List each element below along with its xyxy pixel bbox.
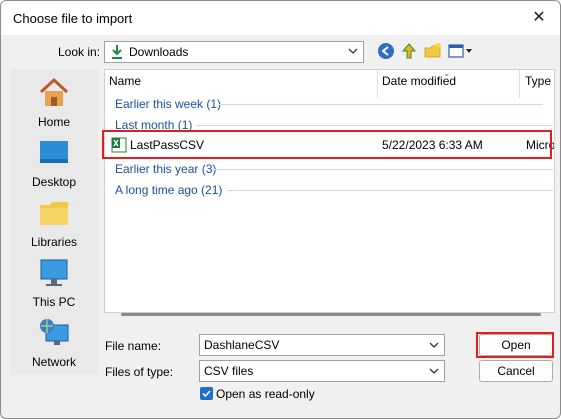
column-header-date[interactable]: Date modified — [382, 74, 456, 88]
place-label-this-pc: This PC — [32, 295, 76, 309]
read-only-checkbox[interactable] — [200, 387, 213, 400]
group-divider — [197, 125, 553, 126]
close-icon[interactable]: ✕ — [528, 7, 550, 29]
this-pc-icon — [40, 259, 68, 286]
back-icon[interactable] — [377, 42, 395, 60]
up-folder-icon[interactable] — [400, 42, 418, 60]
file-type-select[interactable]: CSV files — [199, 360, 445, 382]
open-button-highlight — [476, 332, 554, 358]
group-divider — [219, 104, 543, 105]
file-row-highlight — [102, 130, 552, 159]
places-bar: Home Desktop Libraries This PC Network — [10, 69, 98, 375]
title-bar: Choose file to import ✕ — [1, 1, 560, 35]
chevron-down-icon[interactable] — [347, 44, 359, 58]
new-folder-icon[interactable] — [424, 42, 442, 60]
column-header-name[interactable]: Name — [109, 74, 141, 88]
horizontal-scrollbar[interactable] — [121, 313, 541, 316]
place-network[interactable]: Network — [10, 317, 98, 375]
file-name-label: File name: — [105, 339, 162, 353]
place-label-libraries: Libraries — [30, 235, 78, 249]
view-menu-icon[interactable] — [448, 42, 474, 60]
place-desktop[interactable]: Desktop — [10, 137, 98, 195]
network-icon — [40, 319, 69, 345]
chevron-down-icon[interactable] — [428, 364, 440, 378]
libraries-icon — [40, 202, 68, 225]
column-separator[interactable] — [377, 70, 378, 98]
file-type-value: CSV files — [204, 364, 254, 378]
place-label-desktop: Desktop — [31, 175, 77, 189]
group-earlier-this-week[interactable]: Earlier this week (1) — [115, 97, 221, 113]
look-in-label: Look in: — [58, 45, 101, 59]
place-this-pc[interactable]: This PC — [10, 257, 98, 315]
file-name-value[interactable]: DashlaneCSV — [204, 338, 279, 352]
file-dialog: Choose file to import ✕ Look in: Downloa… — [0, 0, 561, 419]
download-icon — [112, 45, 122, 59]
group-divider — [227, 190, 553, 191]
place-home[interactable]: Home — [10, 77, 98, 135]
place-label-home: Home — [37, 115, 70, 129]
look-in-value: Downloads — [129, 45, 189, 59]
home-icon — [39, 77, 69, 106]
desktop-icon — [40, 141, 68, 163]
read-only-label[interactable]: Open as read-only — [216, 387, 315, 401]
file-type-label: Files of type: — [105, 365, 174, 379]
group-long-time-ago[interactable]: A long time ago (21) — [115, 183, 222, 199]
cancel-button[interactable]: Cancel — [479, 360, 553, 382]
file-name-field[interactable]: DashlaneCSV — [199, 334, 445, 356]
chevron-down-icon[interactable] — [428, 338, 440, 352]
checkmark-icon — [202, 390, 211, 398]
dialog-title: Choose file to import — [13, 11, 133, 26]
column-separator[interactable] — [519, 70, 520, 98]
look-in-combo[interactable]: Downloads — [104, 41, 364, 63]
file-list[interactable]: Name ⌄ Date modified Type Earlier this w… — [104, 69, 555, 313]
column-header-type[interactable]: Type — [525, 74, 551, 88]
place-libraries[interactable]: Libraries — [10, 197, 98, 255]
group-earlier-this-year[interactable]: Earlier this year (3) — [115, 162, 216, 178]
place-label-network: Network — [31, 355, 76, 369]
group-divider — [213, 169, 553, 170]
